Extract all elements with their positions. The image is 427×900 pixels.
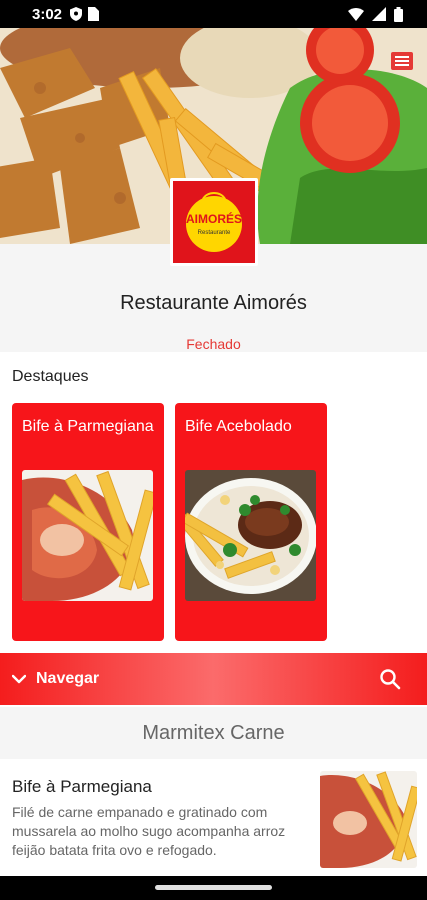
product-image (320, 771, 417, 868)
home-gesture-bar[interactable] (155, 885, 272, 890)
food-image (22, 470, 153, 601)
product-name: Bife à Parmegiana (12, 777, 152, 796)
app-screen: AIMORÉS Restaurante Restaurante Aimorés … (0, 28, 427, 876)
restaurant-logo: AIMORÉS Restaurante (170, 178, 258, 266)
status-time: 3:02 (32, 5, 63, 23)
category-title: Marmitex Carne (0, 707, 427, 759)
highlight-card-acebolado[interactable]: Bife Acebolado (175, 403, 327, 641)
highlight-card-title: Bife à Parmegiana (22, 418, 154, 435)
signal-icon (372, 7, 386, 21)
status-badge: Fechado (186, 336, 241, 352)
sim-card-icon (88, 7, 100, 21)
svg-text:AIMORÉS: AIMORÉS (186, 211, 242, 226)
highlight-card-parmegiana[interactable]: Bife à Parmegiana (12, 403, 164, 641)
product-description: Filé de carne empanado e gratinado com m… (12, 804, 286, 858)
shield-icon (70, 7, 83, 21)
restaurant-header: AIMORÉS Restaurante Restaurante Aimorés … (0, 178, 427, 352)
restaurant-name: Restaurante Aimorés (120, 292, 307, 314)
navigate-label: Navegar (36, 670, 100, 687)
menu-icon[interactable] (391, 52, 413, 70)
category-nav-bar: Navegar (0, 653, 427, 705)
search-icon[interactable] (379, 668, 401, 690)
system-nav-bar (0, 876, 427, 900)
food-image (185, 470, 316, 601)
status-bar: 3:02 (0, 0, 427, 28)
highlights-title: Destaques (12, 368, 89, 385)
battery-icon (394, 6, 403, 22)
highlight-card-title: Bife Acebolado (185, 418, 292, 435)
navigate-toggle[interactable]: Navegar (0, 670, 99, 688)
product-item-parmegiana[interactable]: Bife à Parmegiana Filé de carne empanado… (0, 759, 427, 876)
chevron-down-icon (12, 674, 26, 684)
svg-text:Restaurante: Restaurante (198, 230, 231, 236)
wifi-icon (348, 8, 364, 21)
